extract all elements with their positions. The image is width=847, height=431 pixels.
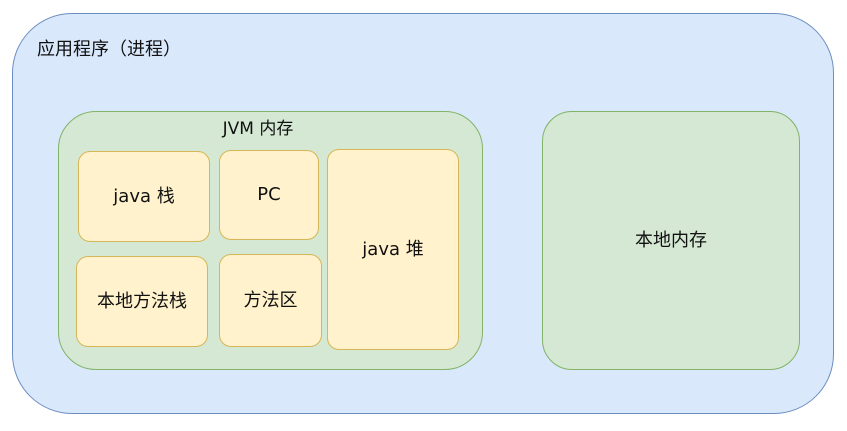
native-method-stack-label: 本地方法栈 bbox=[97, 290, 187, 312]
java-stack-label: java 栈 bbox=[113, 185, 175, 207]
java-heap-label: java 堆 bbox=[362, 238, 424, 260]
pc-label: PC bbox=[257, 184, 281, 205]
native-memory-label: 本地内存 bbox=[635, 229, 707, 251]
process-label: 应用程序（进程） bbox=[37, 39, 181, 60]
java-heap-box: java 堆 bbox=[327, 149, 459, 350]
jvm-memory-label: JVM 内存 bbox=[222, 119, 294, 139]
method-area-box: 方法区 bbox=[219, 254, 322, 347]
java-stack-box: java 栈 bbox=[78, 151, 210, 242]
native-memory-box: 本地内存 bbox=[542, 111, 800, 370]
method-area-label: 方法区 bbox=[243, 289, 298, 311]
pc-box: PC bbox=[219, 150, 319, 240]
native-method-stack-box: 本地方法栈 bbox=[76, 256, 208, 347]
